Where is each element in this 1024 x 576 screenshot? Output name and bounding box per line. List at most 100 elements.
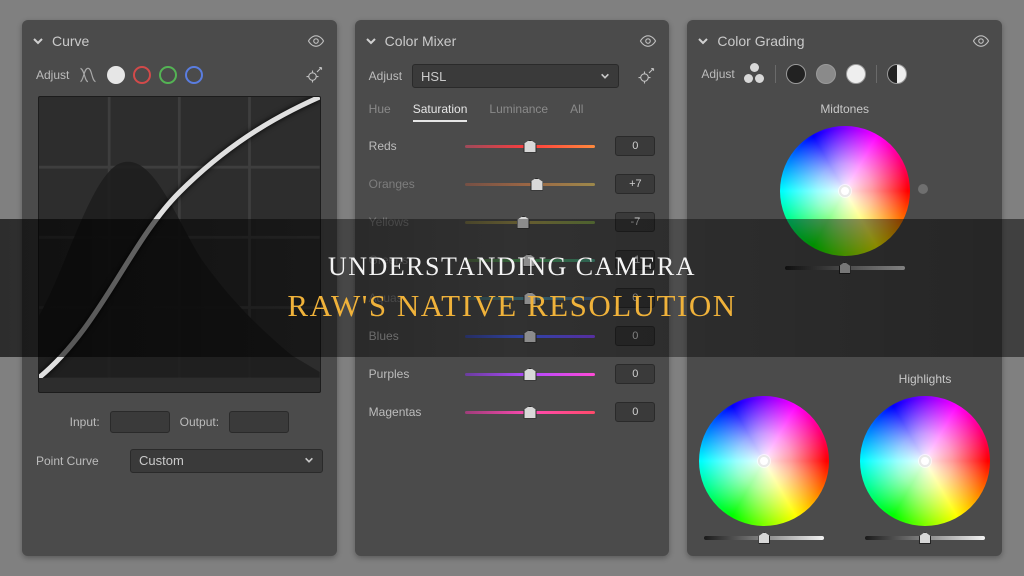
separator — [775, 65, 776, 83]
tab-hue[interactable]: Hue — [369, 96, 391, 122]
saturation-slider-blues[interactable] — [465, 329, 596, 343]
slider-label: Reds — [369, 139, 455, 153]
channel-white-button[interactable] — [107, 66, 125, 84]
point-curve-row: Point Curve Custom — [22, 445, 337, 477]
curve-output-field[interactable] — [229, 411, 289, 433]
slider-value[interactable]: 0 — [615, 402, 655, 422]
chevron-down-icon — [600, 69, 610, 84]
curve-input-label: Input: — [70, 415, 100, 429]
wheel-handle-icon[interactable] — [839, 185, 851, 197]
wheel-highlights[interactable] — [860, 396, 990, 526]
tab-luminance[interactable]: Luminance — [489, 96, 548, 122]
shadows-label — [699, 372, 702, 386]
curve-input-field[interactable] — [110, 411, 170, 433]
wheel-shadows[interactable] — [699, 396, 829, 526]
slider-row-reds: Reds 0 — [355, 134, 670, 158]
slider-value[interactable]: 0 — [615, 326, 655, 346]
mixer-title: Color Mixer — [385, 33, 632, 49]
tab-all[interactable]: All — [570, 96, 583, 122]
slider-value[interactable]: -7 — [615, 212, 655, 232]
point-curve-select[interactable]: Custom — [130, 449, 323, 473]
saturation-slider-magentas[interactable] — [465, 405, 596, 419]
grading-mode-midtones[interactable] — [816, 64, 836, 84]
slider-label: Greens — [369, 253, 455, 267]
wheel-handle-icon[interactable] — [758, 455, 770, 467]
tab-saturation[interactable]: Saturation — [413, 96, 468, 122]
saturation-slider-yellows[interactable] — [465, 215, 596, 229]
grading-header[interactable]: Color Grading — [687, 30, 1002, 60]
separator — [876, 65, 877, 83]
slider-row-yellows: Yellows -7 — [355, 210, 670, 234]
grading-adjust-label: Adjust — [701, 67, 734, 81]
grading-adjust-row: Adjust — [687, 60, 1002, 88]
curve-header[interactable]: Curve — [22, 30, 337, 60]
channel-red-button[interactable] — [133, 66, 151, 84]
curve-title: Curve — [52, 33, 299, 49]
mixer-adjust-select[interactable]: HSL — [412, 64, 619, 88]
highlights-label: Highlights — [899, 372, 952, 386]
point-curve-label: Point Curve — [36, 454, 120, 468]
slider-label: Magentas — [369, 405, 455, 419]
slider-row-purples: Purples 0 — [355, 362, 670, 386]
mixer-slider-list: Reds 0 Oranges +7 Yellows -7 Greens -1 Aquas0 Blu… — [355, 134, 670, 424]
highlights-luminance-slider[interactable] — [865, 536, 985, 540]
grading-mode-highlights[interactable] — [846, 64, 866, 84]
mixer-header[interactable]: Color Mixer — [355, 30, 670, 60]
slider-value[interactable]: 0 — [615, 288, 655, 308]
panel-color-grading: Color Grading Adjust Midtones — [687, 20, 1002, 556]
channel-green-button[interactable] — [159, 66, 177, 84]
wheel-highlights-group: Highlights — [860, 372, 990, 540]
curve-adjust-label: Adjust — [36, 68, 69, 82]
visibility-eye-icon[interactable] — [972, 32, 990, 50]
chevron-down-icon — [697, 35, 709, 47]
slider-label: Yellows — [369, 215, 455, 229]
saturation-slider-purples[interactable] — [465, 367, 596, 381]
slider-row-greens: Greens -1 — [355, 248, 670, 272]
parametric-curve-icon[interactable] — [77, 64, 99, 86]
channel-blue-button[interactable] — [185, 66, 203, 84]
wheel-sat-handle[interactable] — [918, 184, 928, 194]
shadows-luminance-slider[interactable] — [704, 536, 824, 540]
grading-mode-threeway[interactable] — [745, 64, 765, 84]
curve-adjust-row: Adjust — [22, 60, 337, 90]
grading-title: Color Grading — [717, 33, 964, 49]
mixer-adjust-label: Adjust — [369, 69, 402, 83]
slider-value[interactable]: -1 — [615, 250, 655, 270]
midtones-label: Midtones — [820, 102, 869, 116]
mixer-tabs: Hue Saturation Luminance All — [355, 96, 670, 122]
grading-mode-shadows[interactable] — [786, 64, 806, 84]
panel-curve: Curve Adjust — [22, 20, 337, 556]
mixer-adjust-value: HSL — [421, 69, 446, 84]
curve-io-row: Input: Output: — [22, 407, 337, 437]
saturation-slider-reds[interactable] — [465, 139, 596, 153]
saturation-slider-oranges[interactable] — [465, 177, 596, 191]
slider-row-oranges: Oranges +7 — [355, 172, 670, 196]
grading-body: Midtones Highlights — [687, 88, 1002, 544]
saturation-slider-greens[interactable] — [465, 253, 596, 267]
slider-value[interactable]: +7 — [615, 174, 655, 194]
wheel-midtones-group: Midtones — [780, 102, 910, 270]
saturation-slider-aquas[interactable] — [465, 291, 596, 305]
slider-label: Purples — [369, 367, 455, 381]
panel-color-mixer: Color Mixer Adjust HSL Hue Saturation Lu… — [355, 20, 670, 556]
slider-label: Blues — [369, 329, 455, 343]
wheel-handle-icon[interactable] — [919, 455, 931, 467]
chevron-down-icon — [32, 35, 44, 47]
targeted-adjust-icon[interactable] — [305, 66, 323, 84]
curve-graph[interactable] — [38, 96, 321, 393]
visibility-eye-icon[interactable] — [307, 32, 325, 50]
panel-stage: Curve Adjust — [0, 0, 1024, 576]
grading-mode-global[interactable] — [887, 64, 907, 84]
chevron-down-icon — [304, 453, 314, 468]
curve-output-label: Output: — [180, 415, 219, 429]
slider-value[interactable]: 0 — [615, 136, 655, 156]
visibility-eye-icon[interactable] — [639, 32, 657, 50]
slider-row-aquas: Aquas0 — [355, 286, 670, 310]
wheel-shadows-group — [699, 372, 829, 540]
slider-label: Oranges — [369, 177, 455, 191]
mixer-adjust-row: Adjust HSL — [355, 60, 670, 92]
targeted-adjust-icon[interactable] — [637, 67, 655, 85]
midtones-luminance-slider[interactable] — [785, 266, 905, 270]
slider-value[interactable]: 0 — [615, 364, 655, 384]
wheel-midtones[interactable] — [780, 126, 910, 256]
